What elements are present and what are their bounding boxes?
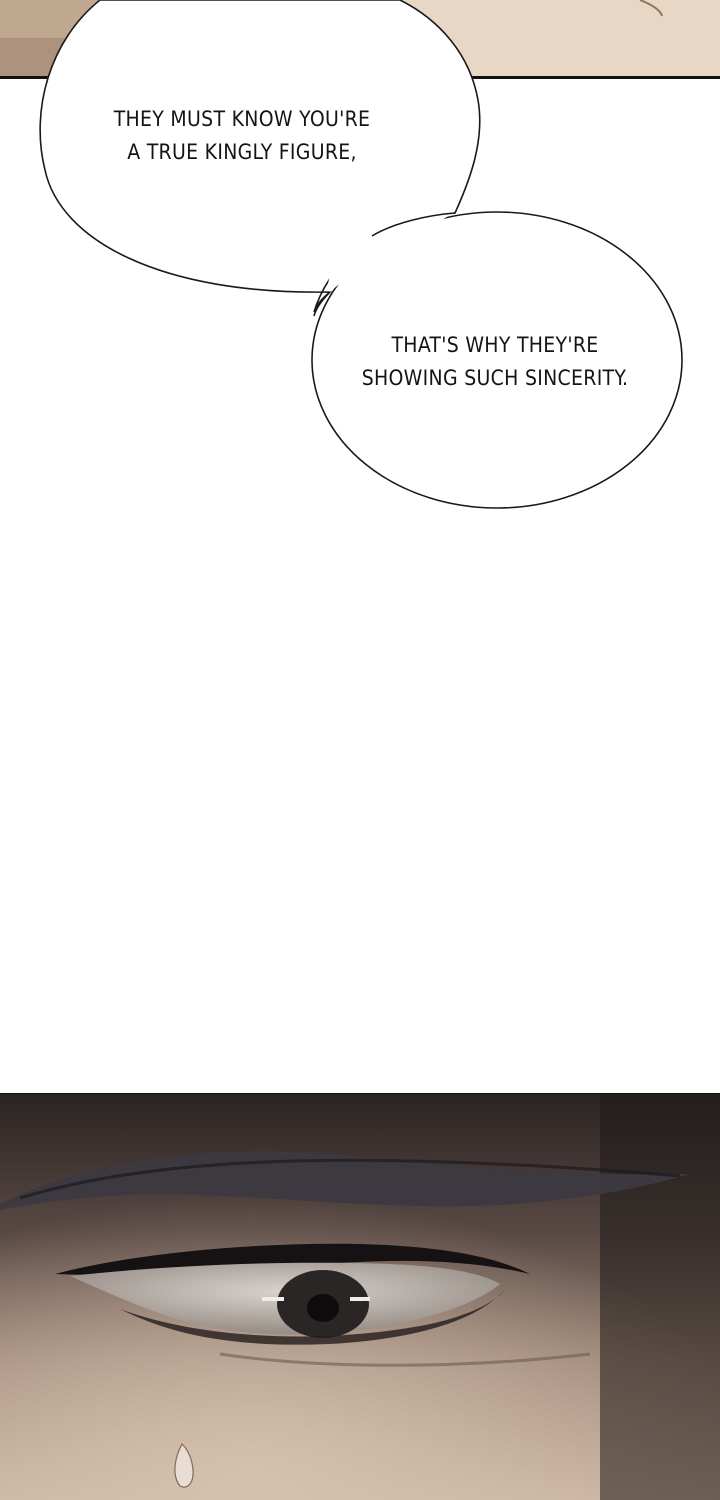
- speech-balloons: [39, 0, 683, 509]
- speech-bubble-2-line-2: SHOWING SUCH SINCERITY.: [361, 366, 629, 390]
- eye-closeup-art: [0, 1094, 720, 1500]
- speech-bubble-1-line-2: A TRUE KINGLY FIGURE,: [127, 140, 357, 164]
- speech-bubble-1-text: THEY MUST KNOW YOU'RE A TRUE KINGLY FIGU…: [62, 103, 422, 169]
- speech-bubble-2-text: THAT'S WHY THEY'RE SHOWING SUCH SINCERIT…: [330, 329, 660, 395]
- speech-bubble-2-line-1: THAT'S WHY THEY'RE: [391, 333, 599, 357]
- bottom-panel-image: [0, 1094, 720, 1500]
- speech-bubble-1-line-1: THEY MUST KNOW YOU'RE: [113, 107, 371, 131]
